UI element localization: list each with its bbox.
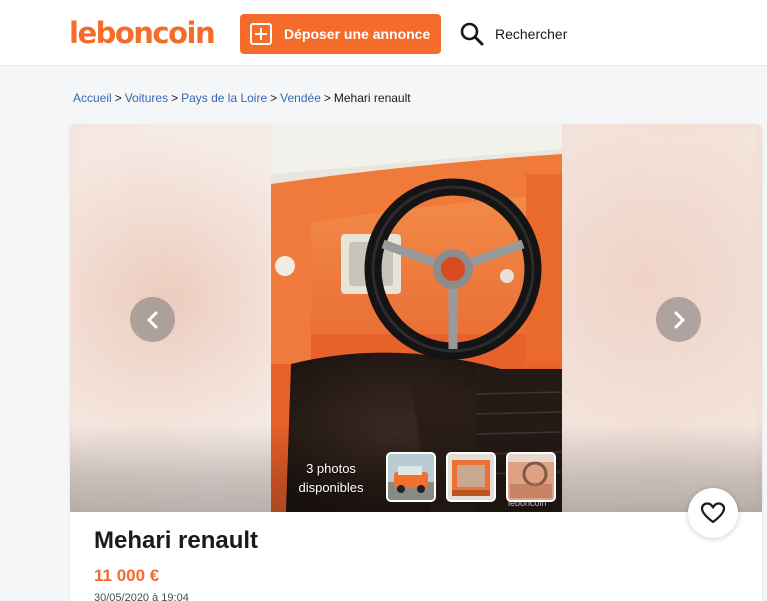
listing-card: 3 photos disponibles leboncoin Mehari re… [70,124,762,601]
favorite-button[interactable] [688,488,738,538]
breadcrumb-current: Mehari renault [333,91,411,105]
thumbnail-2[interactable] [446,452,496,502]
heart-icon [700,502,726,524]
photo-gallery: 3 photos disponibles leboncoin [70,124,762,512]
thumbnail-3[interactable] [506,452,556,502]
leboncoin-logo[interactable]: leboncoin [69,14,216,52]
breadcrumb-link-department[interactable]: Vendée [280,91,321,105]
thumbnail-1[interactable] [386,452,436,502]
plus-square-icon [250,23,272,45]
post-ad-button[interactable]: Déposer une annonce [240,14,441,54]
breadcrumb-link-cars[interactable]: Voitures [125,91,168,105]
breadcrumb-separator: > [171,91,179,105]
search-icon [460,22,484,46]
breadcrumb: Accueil > Voitures > Pays de la Loire > Vendée… [73,91,411,105]
photo-count[interactable]: 3 photos disponibles [275,459,387,497]
search-button[interactable]: Rechercher [459,20,567,48]
thumbnail-car-trunk [448,454,494,500]
listing-date: 30/05/2020 à 19:04 [94,592,189,601]
search-label: Rechercher [495,26,568,42]
next-photo-button[interactable] [656,297,701,342]
thumbnail-car-interior [508,454,554,500]
breadcrumb-separator: > [270,91,278,105]
breadcrumb-separator: > [323,91,331,105]
breadcrumb-link-home[interactable]: Accueil [73,91,112,105]
chevron-left-icon [147,311,157,328]
site-header: leboncoin Déposer une annonce Rechercher [0,0,767,66]
listing-title: Mehari renault [94,527,259,554]
photo-count-line-1: 3 photos [306,461,356,476]
thumbnail-car-exterior [388,454,434,500]
watermark: leboncoin [508,498,547,508]
breadcrumb-link-region[interactable]: Pays de la Loire [181,91,267,105]
chevron-right-icon [674,311,684,328]
post-ad-label: Déposer une annonce [284,26,431,42]
breadcrumb-separator: > [114,91,122,105]
previous-photo-button[interactable] [130,297,175,342]
photo-count-line-2: disponibles [298,480,364,495]
listing-price: 11 000 € [94,566,160,585]
